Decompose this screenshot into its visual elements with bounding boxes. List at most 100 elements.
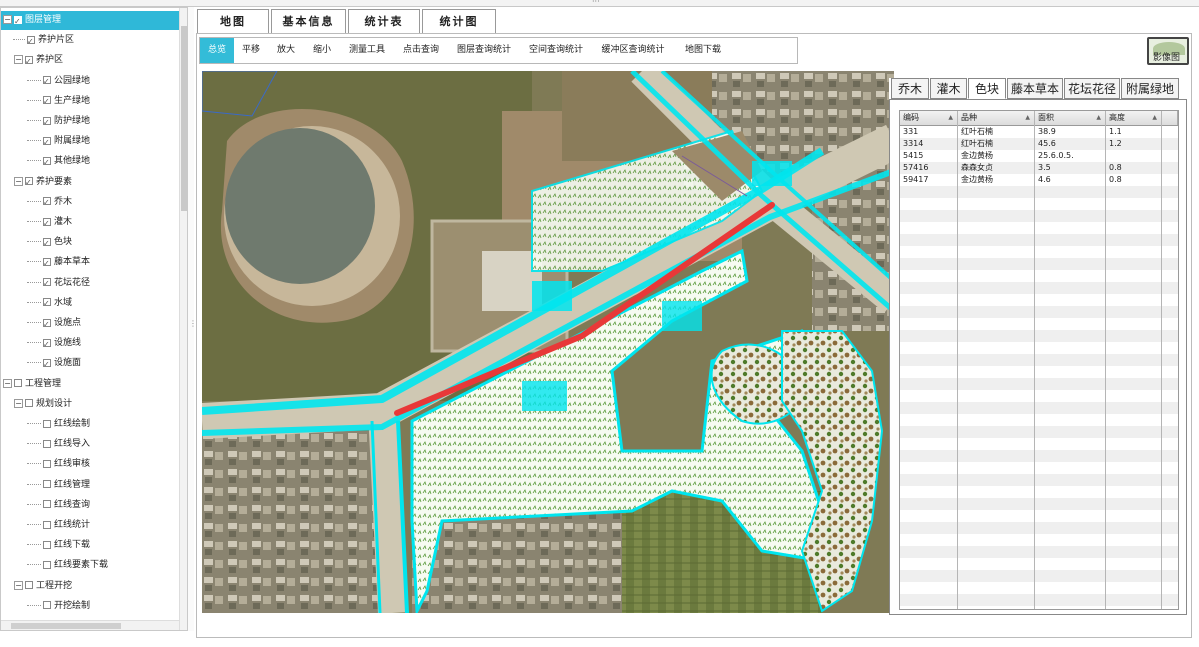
layer-checkbox[interactable] — [25, 52, 33, 71]
table-row[interactable] — [900, 270, 1178, 282]
collapse-toggle-icon[interactable]: − — [3, 378, 12, 388]
layer-checkbox[interactable] — [43, 133, 51, 152]
table-row[interactable]: 331 红叶石楠 38.9 1.1 — [900, 126, 1178, 138]
table-row[interactable] — [900, 282, 1178, 294]
tree-item[interactable]: 红线绘制 — [1, 415, 177, 434]
layer-tab[interactable]: 乔木 — [891, 78, 929, 99]
table-row[interactable] — [900, 378, 1178, 390]
tree-item[interactable]: 生产绿地 — [1, 92, 177, 111]
tree-item[interactable]: 开挖绘制 — [1, 597, 177, 616]
toolbar-button[interactable]: 空间查询统计 — [520, 38, 592, 63]
collapse-toggle-icon[interactable]: − — [14, 55, 23, 65]
imagery-toggle-button[interactable]: 影像图 — [1147, 37, 1189, 65]
tab-basic-info[interactable]: 基本信息 — [271, 9, 346, 33]
tree-vertical-scrollbar[interactable] — [179, 8, 187, 630]
tree-item[interactable]: − 养护区 — [1, 51, 177, 71]
column-header[interactable]: 面积 ▲ — [1035, 111, 1106, 125]
toolbar-button[interactable]: 测量工具 — [340, 38, 394, 63]
table-row[interactable]: 59417 金边黄杨 4.6 0.8 — [900, 174, 1178, 186]
tree-item[interactable]: 红线下载 — [1, 536, 177, 555]
layer-checkbox[interactable] — [43, 254, 51, 273]
layer-checkbox[interactable] — [43, 274, 51, 293]
table-row[interactable]: 5415 金边黄杨 25.6.0.5. — [900, 150, 1178, 162]
tree-item[interactable]: 附属绿地 — [1, 132, 177, 152]
table-row[interactable] — [900, 498, 1178, 510]
column-header[interactable]: 品种 ▲ — [958, 111, 1035, 125]
table-row[interactable] — [900, 570, 1178, 582]
tree-item[interactable]: 设施线 — [1, 334, 177, 354]
layer-checkbox[interactable] — [43, 294, 51, 313]
tree-item[interactable]: 其他绿地 — [1, 152, 177, 172]
collapse-toggle-icon[interactable]: − — [3, 15, 12, 24]
toolbar-button[interactable]: 平移 — [234, 38, 268, 63]
tree-item[interactable]: − 规划设计 — [1, 395, 177, 414]
table-row[interactable] — [900, 210, 1178, 222]
tree-item[interactable]: 灌木 — [1, 213, 177, 233]
table-row[interactable] — [900, 474, 1178, 486]
layer-checkbox[interactable] — [43, 92, 51, 111]
scrollbar-thumb[interactable] — [181, 26, 187, 211]
table-row[interactable] — [900, 330, 1178, 342]
layer-tab[interactable]: 花坛花径 — [1064, 78, 1120, 99]
table-row[interactable] — [900, 198, 1178, 210]
layer-tab[interactable]: 附属绿地 — [1121, 78, 1179, 99]
layer-checkbox[interactable] — [43, 601, 51, 610]
table-row[interactable] — [900, 186, 1178, 198]
table-row[interactable] — [900, 486, 1178, 498]
table-row[interactable] — [900, 534, 1178, 546]
tree-item[interactable]: 红线要素下载 — [1, 556, 177, 575]
table-row[interactable] — [900, 246, 1178, 258]
table-row[interactable] — [900, 462, 1178, 474]
layer-checkbox[interactable] — [14, 379, 22, 388]
layer-tab[interactable]: 藤本草本 — [1007, 78, 1063, 99]
layer-checkbox[interactable] — [43, 315, 51, 334]
tree-item[interactable]: 防护绿地 — [1, 112, 177, 132]
layer-tab[interactable]: 灌木 — [930, 78, 967, 99]
table-row[interactable] — [900, 426, 1178, 438]
layer-checkbox[interactable] — [43, 560, 51, 569]
table-row[interactable] — [900, 354, 1178, 366]
layer-checkbox[interactable] — [27, 32, 35, 51]
layer-checkbox[interactable] — [43, 459, 51, 468]
toolbar-button[interactable]: 缩小 — [304, 38, 340, 63]
table-row[interactable] — [900, 234, 1178, 246]
layer-checkbox[interactable] — [43, 193, 51, 212]
layer-checkbox[interactable] — [43, 335, 51, 354]
table-row[interactable] — [900, 414, 1178, 426]
toolbar-button[interactable]: 点击查询 — [394, 38, 448, 63]
table-row[interactable] — [900, 402, 1178, 414]
table-row[interactable] — [900, 450, 1178, 462]
tree-item[interactable]: − 工程管理 — [1, 375, 177, 394]
table-row[interactable] — [900, 510, 1178, 522]
layer-checkbox[interactable] — [43, 113, 51, 132]
table-row[interactable] — [900, 546, 1178, 558]
table-row[interactable] — [900, 222, 1178, 234]
layer-checkbox[interactable] — [43, 540, 51, 549]
table-row[interactable] — [900, 366, 1178, 378]
table-row[interactable] — [900, 294, 1178, 306]
toolbar-button[interactable]: 图层查询统计 — [448, 38, 520, 63]
layer-checkbox[interactable] — [14, 12, 22, 31]
layer-checkbox[interactable] — [25, 581, 33, 590]
layer-tab[interactable]: 色块 — [968, 78, 1006, 99]
table-row[interactable] — [900, 522, 1178, 534]
table-row[interactable] — [900, 390, 1178, 402]
tree-item[interactable]: 乔木 — [1, 193, 177, 212]
scrollbar-thumb[interactable] — [11, 623, 121, 629]
tree-item[interactable]: 红线审核 — [1, 455, 177, 474]
table-row[interactable] — [900, 594, 1178, 606]
tab-stat-table[interactable]: 统计表 — [348, 9, 420, 33]
tree-item[interactable]: − 图层管理 — [1, 11, 179, 31]
feature-grid[interactable]: 编码 ▲ 品种 ▲ 面积 ▲ 高度 ▲ 331 红叶石楠 38.9 1.1 3314 红叶石楠 45.6 1… — [899, 110, 1179, 610]
table-row[interactable] — [900, 558, 1178, 570]
layer-checkbox[interactable] — [25, 173, 33, 192]
layer-checkbox[interactable] — [43, 480, 51, 489]
layer-checkbox[interactable] — [43, 419, 51, 428]
table-row[interactable] — [900, 258, 1178, 270]
layer-checkbox[interactable] — [43, 439, 51, 448]
tree-item[interactable]: 养护片区 — [1, 31, 177, 51]
collapse-toggle-icon[interactable]: − — [14, 398, 23, 408]
collapse-toggle-icon[interactable]: − — [14, 176, 23, 186]
tree-item[interactable]: − 养护要素 — [1, 173, 177, 192]
tree-item[interactable]: 设施点 — [1, 314, 177, 334]
